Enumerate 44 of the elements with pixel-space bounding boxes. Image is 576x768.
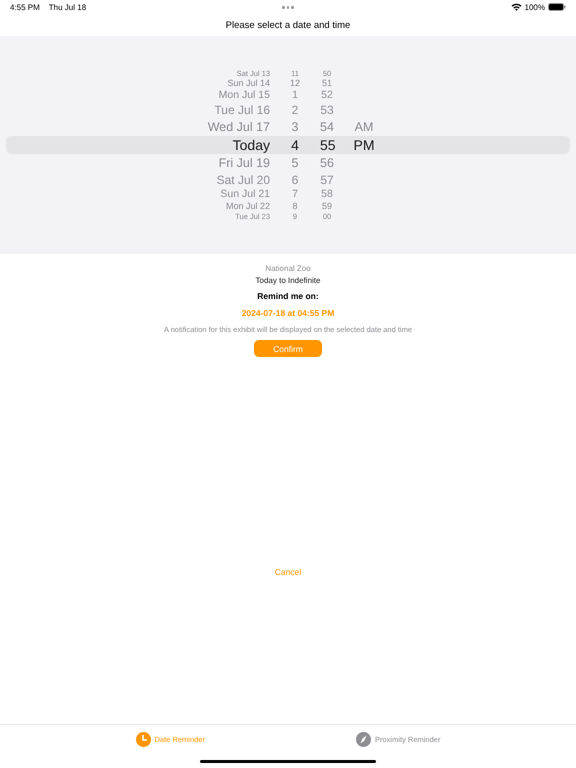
picker-hour[interactable]: 7: [270, 189, 320, 200]
multitask-dots-icon[interactable]: [282, 6, 294, 8]
status-time: 4:55 PM: [10, 2, 40, 12]
remind-label: Remind me on:: [257, 291, 319, 301]
reminder-datetime: 2024-07-18 at 04:55 PM: [242, 308, 334, 318]
picker-hour[interactable]: 3: [270, 120, 320, 134]
picker-hour[interactable]: 4: [270, 138, 320, 152]
picker-minute[interactable]: 59: [320, 202, 334, 211]
picker-date[interactable]: Wed Jul 17: [190, 120, 270, 134]
picker-minute[interactable]: 55: [320, 138, 334, 152]
picker-date[interactable]: Sat Jul 20: [190, 174, 270, 186]
battery-percent: 100%: [524, 2, 545, 12]
picker-minute[interactable]: 57: [320, 174, 334, 186]
page-title: Please select a date and time: [224, 18, 352, 32]
picker-hour[interactable]: 5: [270, 156, 320, 170]
picker-hour[interactable]: 6: [270, 174, 320, 186]
picker-minute[interactable]: 58: [320, 189, 334, 200]
picker-date[interactable]: Mon Jul 15: [190, 90, 270, 101]
picker-hour[interactable]: 2: [270, 104, 320, 116]
status-date: Thu Jul 18: [48, 2, 86, 12]
exhibit-name: National Zoo: [265, 264, 311, 273]
picker-hour[interactable]: 8: [270, 202, 320, 211]
picker-period[interactable]: PM: [354, 137, 374, 153]
wifi-icon: [510, 3, 522, 11]
picker-minute[interactable]: 56: [320, 156, 334, 170]
cancel-button[interactable]: Cancel: [272, 565, 304, 579]
picker-minute[interactable]: 53: [320, 104, 334, 116]
picker-date[interactable]: Fri Jul 19: [190, 156, 270, 170]
compass-icon: [356, 732, 372, 747]
picker-period[interactable]: AM: [354, 120, 374, 134]
picker-minute[interactable]: 52: [320, 90, 334, 101]
exhibit-date-range: Today to Indefinite: [256, 276, 320, 285]
picker-date[interactable]: Sun Jul 21: [190, 189, 270, 200]
picker-date[interactable]: Sun Jul 14: [190, 79, 270, 88]
picker-date[interactable]: Today: [190, 138, 270, 152]
picker-date[interactable]: Tue Jul 16: [190, 104, 270, 116]
picker-minute[interactable]: 54: [320, 120, 334, 134]
picker-hour[interactable]: 12: [270, 79, 320, 88]
clock-icon: [136, 732, 151, 747]
picker-minute[interactable]: 51: [320, 79, 334, 88]
picker-date[interactable]: Mon Jul 22: [190, 202, 270, 211]
confirm-button[interactable]: Confirm: [254, 340, 322, 357]
battery-icon: [548, 3, 566, 11]
picker-hour[interactable]: 1: [270, 90, 320, 101]
